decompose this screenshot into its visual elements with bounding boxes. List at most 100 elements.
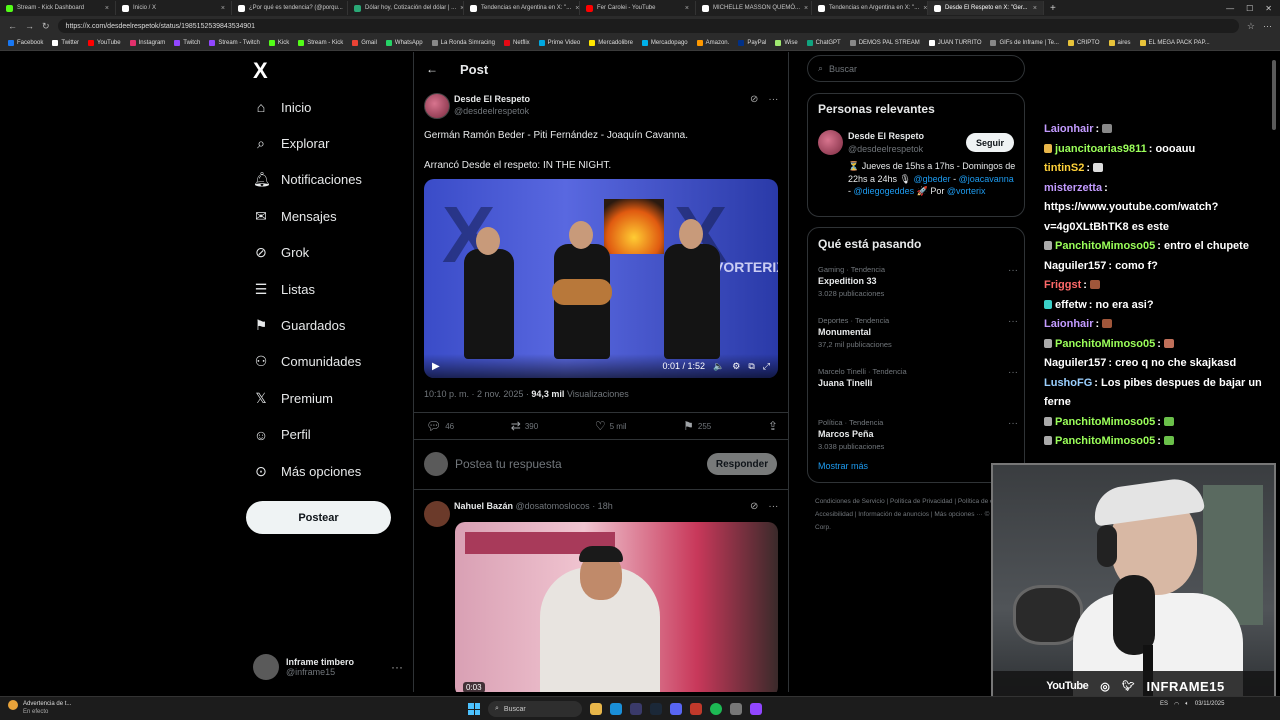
reply-button[interactable]: 💬︎ 46	[426, 419, 454, 433]
bookmark-item[interactable]: Instagram	[129, 40, 165, 46]
browser-tab[interactable]: Fer Carolei - YouTube ×	[580, 1, 696, 15]
app-icon[interactable]	[730, 703, 742, 715]
bookmark-button[interactable]: ⚑ 255	[683, 419, 711, 433]
bookmark-item[interactable]: WhatsApp	[385, 40, 423, 46]
x-logo[interactable]: X	[253, 58, 268, 84]
url-field[interactable]: https://x.com/desdeelrespetok/status/198…	[57, 19, 1239, 33]
tab-close-icon[interactable]: ×	[923, 5, 927, 12]
repost-button[interactable]: ⇄ 390	[511, 419, 538, 433]
account-switcher[interactable]: Inframe timbero @inframe15 ···	[253, 652, 403, 682]
nav-item-mensajes[interactable]: ✉ Mensajes	[253, 201, 337, 231]
bookmark-item[interactable]: Stream - Twitch	[209, 40, 260, 46]
like-button[interactable]: ♡ 5 mil	[595, 419, 627, 433]
bookmark-item[interactable]: DEMOS PAL STREAM	[849, 40, 920, 46]
settings-icon[interactable]: ⚙	[732, 361, 740, 372]
browser-tab[interactable]: Dólar hoy, Cotización del dólar | ... ×	[348, 1, 464, 15]
bookmark-item[interactable]: GIFs de Inframe | Te...	[990, 40, 1059, 46]
bookmark-item[interactable]: ChatGPT	[806, 40, 841, 46]
new-tab-button[interactable]: +	[1044, 3, 1062, 14]
bookmark-item[interactable]: Netflix	[503, 40, 530, 46]
scrollbar-thumb[interactable]	[1272, 60, 1276, 130]
tab-close-icon[interactable]: ×	[221, 5, 225, 12]
trend-item[interactable]: Marcelo Tinelli · Tendencia Juana Tinelli…	[818, 367, 1018, 388]
notification-widget[interactable]: Advertencia de t... En efecto	[8, 700, 71, 716]
tab-close-icon[interactable]: ×	[685, 5, 689, 12]
edge-icon[interactable]	[610, 703, 622, 715]
bookmark-item[interactable]: Twitch	[174, 40, 200, 46]
reply-author[interactable]: Nahuel Bazán @dosatomoslocos · 18h	[454, 501, 613, 511]
discord-icon[interactable]	[670, 703, 682, 715]
browser-tab[interactable]: Desde El Respeto en X: "Ger... ×	[928, 1, 1044, 15]
author-avatar[interactable]	[424, 501, 450, 527]
post-button[interactable]: Postear	[246, 501, 391, 534]
volume-icon[interactable]: 🔈	[713, 361, 724, 372]
browser-tab[interactable]: Tendencias en Argentina en X: "... ×	[812, 1, 928, 15]
share-button[interactable]: ⇪	[768, 419, 778, 433]
relevant-handle[interactable]: @desdeelrespetok	[848, 144, 923, 154]
reply-submit-button[interactable]: Responder	[707, 453, 777, 475]
browser-tab[interactable]: Inicio / X ×	[116, 1, 232, 15]
bookmark-item[interactable]: Stream - Kick	[298, 40, 343, 46]
maximize-icon[interactable]: ☐	[1246, 4, 1253, 13]
bookmark-item[interactable]: Twitter	[52, 40, 79, 46]
reply-video[interactable]: 0:03	[455, 522, 778, 692]
pip-icon[interactable]: ⧉	[748, 361, 754, 372]
app-icon[interactable]	[630, 703, 642, 715]
more-icon[interactable]: ···	[1008, 418, 1018, 429]
more-icon[interactable]: ···	[391, 660, 403, 674]
browser-tab[interactable]: Stream - Kick Dashboard ×	[0, 1, 116, 15]
steam-icon[interactable]	[650, 703, 662, 715]
windows-start-icon[interactable]	[468, 703, 480, 715]
relevant-name[interactable]: Desde El Respeto	[848, 131, 924, 141]
play-icon[interactable]: ▶	[432, 361, 440, 372]
avatar[interactable]	[818, 130, 843, 155]
more-icon[interactable]: ···	[1008, 265, 1018, 276]
page-scrollbar[interactable]	[1270, 52, 1278, 462]
back-arrow-icon[interactable]: ←	[426, 62, 438, 76]
back-icon[interactable]: ←	[8, 21, 17, 31]
trend-item[interactable]: Política · Tendencia Marcos Peña 3.038 pub…	[818, 418, 1018, 451]
fullscreen-icon[interactable]: ⤢	[763, 361, 770, 372]
post-timestamp[interactable]: 10:10 p. m. · 2 nov. 2025 ·	[424, 389, 531, 399]
browser-tab[interactable]: Tendencias en Argentina en X: "... ×	[464, 1, 580, 15]
follow-button[interactable]: Seguir	[966, 133, 1014, 152]
nav-item-grok[interactable]: ⊘ Grok	[253, 238, 309, 268]
star-icon[interactable]: ☆	[1247, 21, 1255, 32]
footer-links[interactable]: Condiciones de Servicio | Política de Pr…	[815, 495, 1020, 534]
bookmark-item[interactable]: Mercadolibre	[589, 40, 633, 46]
tab-close-icon[interactable]: ×	[1033, 5, 1037, 12]
minimize-icon[interactable]: —	[1226, 4, 1234, 13]
more-icon[interactable]: ···	[768, 501, 778, 512]
taskbar-search[interactable]: ⌕ Buscar	[488, 701, 582, 717]
wifi-icon[interactable]: ◠	[1174, 701, 1179, 708]
close-icon[interactable]: ✕	[1265, 4, 1272, 13]
trend-item[interactable]: Deportes · Tendencia Monumental 37,2 mil p…	[818, 316, 1018, 349]
show-more-link[interactable]: Mostrar más	[818, 461, 868, 471]
spotify-icon[interactable]	[710, 703, 722, 715]
nav-item-m-s-opciones[interactable]: ⊙ Más opciones	[253, 456, 361, 486]
more-icon[interactable]: ···	[1008, 316, 1018, 327]
bookmark-item[interactable]: CRIPTO	[1067, 40, 1100, 46]
bookmark-item[interactable]: EL MEGA PACK PAP...	[1139, 40, 1210, 46]
nav-item-listas[interactable]: ☰ Listas	[253, 274, 315, 304]
bookmark-item[interactable]: Wise	[775, 40, 798, 46]
reload-icon[interactable]: ↻	[42, 21, 50, 32]
bio-link[interactable]: @diegogeddes	[854, 186, 915, 196]
bookmark-item[interactable]: aires	[1108, 40, 1131, 46]
nav-item-explorar[interactable]: ⌕ Explorar	[253, 128, 329, 158]
bookmark-item[interactable]: Gmail	[352, 40, 377, 46]
nav-item-inicio[interactable]: ⌂ Inicio	[253, 92, 312, 122]
bookmark-item[interactable]: La Ronda Simracing	[431, 40, 495, 46]
nav-item-premium[interactable]: 𝕏 Premium	[253, 383, 333, 413]
language-indicator[interactable]: ES	[1160, 701, 1168, 707]
bio-link[interactable]: @vorterix	[947, 186, 986, 196]
extensions-icon[interactable]: ⋯	[1263, 21, 1272, 32]
author-handle[interactable]: @desdeelrespetok	[454, 106, 529, 116]
bookmark-item[interactable]: YouTube	[88, 40, 121, 46]
bookmark-item[interactable]: Facebook	[8, 40, 43, 46]
forward-icon[interactable]: →	[25, 21, 34, 31]
nav-item-perfil[interactable]: ☺ Perfil	[253, 420, 311, 450]
app-icon[interactable]	[690, 703, 702, 715]
nav-item-guardados[interactable]: ⚑ Guardados	[253, 310, 346, 340]
browser-tab[interactable]: MICHELLE MASSON QUEMÓ... ×	[696, 1, 812, 15]
